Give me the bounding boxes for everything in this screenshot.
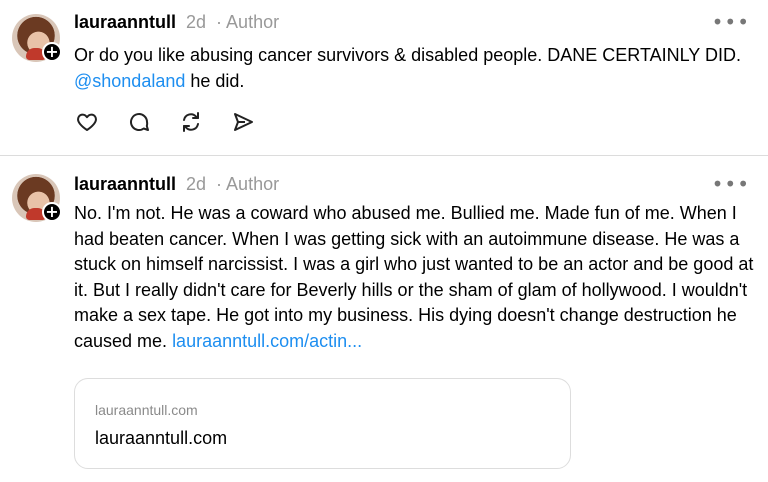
thread-post: + lauraanntull 2d · Author ••• Or do you… bbox=[0, 0, 768, 155]
thread-post: + lauraanntull 2d · Author ••• No. I'm n… bbox=[0, 156, 768, 482]
author-tag: · Author bbox=[216, 174, 280, 194]
timestamp[interactable]: 2d bbox=[186, 12, 206, 33]
post-text: No. I'm not. He was a coward who abused … bbox=[74, 201, 754, 354]
post-actions bbox=[74, 109, 256, 135]
timestamp[interactable]: 2d bbox=[186, 174, 206, 195]
post-text-main: Or do you like abusing cancer survivors … bbox=[74, 45, 741, 65]
post-header: lauraanntull 2d · Author bbox=[74, 12, 279, 33]
share-icon[interactable] bbox=[230, 109, 256, 135]
avatar[interactable]: + bbox=[12, 174, 62, 222]
mention-link[interactable]: @shondaland bbox=[74, 71, 185, 91]
follow-plus-icon[interactable]: + bbox=[42, 202, 62, 222]
link-preview-card[interactable]: lauraanntull.com lauraanntull.com bbox=[74, 378, 571, 469]
more-options-icon[interactable]: ••• bbox=[712, 10, 750, 34]
repost-icon[interactable] bbox=[178, 109, 204, 135]
author-tag: · Author bbox=[216, 12, 280, 32]
post-text: Or do you like abusing cancer survivors … bbox=[74, 43, 754, 94]
username[interactable]: lauraanntull bbox=[74, 12, 176, 33]
link-card-title: lauraanntull.com bbox=[95, 428, 228, 448]
username[interactable]: lauraanntull bbox=[74, 174, 176, 195]
heart-icon[interactable] bbox=[74, 109, 100, 135]
post-text-main: No. I'm not. He was a coward who abused … bbox=[74, 203, 754, 351]
link-card-domain: lauraanntull.com bbox=[95, 402, 198, 418]
post-link[interactable]: lauraanntull.com/actin... bbox=[172, 331, 362, 351]
follow-plus-icon[interactable]: + bbox=[42, 42, 62, 62]
avatar[interactable]: + bbox=[12, 14, 62, 62]
comment-icon[interactable] bbox=[126, 109, 152, 135]
post-text-after: he did. bbox=[185, 70, 245, 91]
more-options-icon[interactable]: ••• bbox=[712, 172, 750, 196]
post-header: lauraanntull 2d · Author bbox=[74, 174, 279, 195]
